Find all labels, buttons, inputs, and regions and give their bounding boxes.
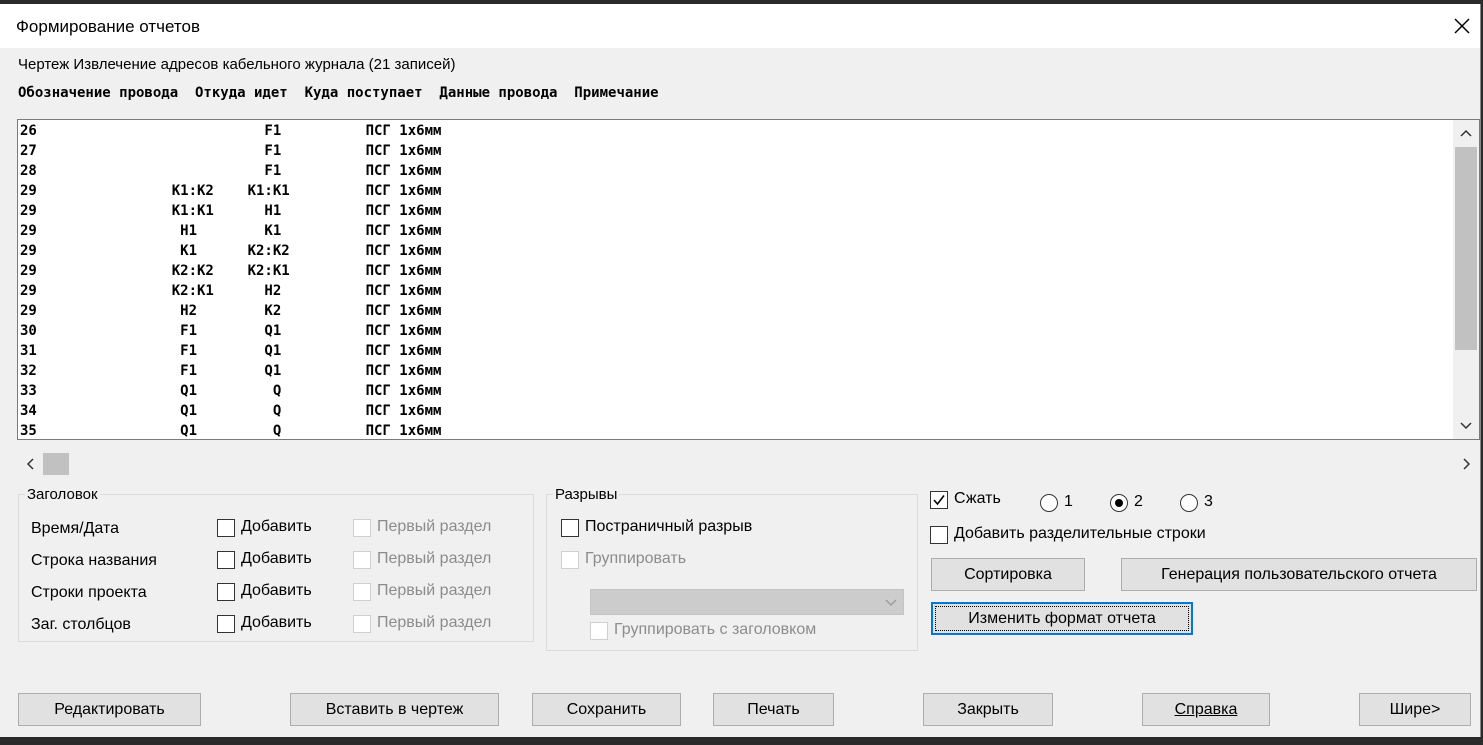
- project-lines-label: Строки проекта: [31, 584, 147, 601]
- checkbox-box: [930, 491, 948, 509]
- vertical-scroll-thumb[interactable]: [1455, 147, 1477, 350]
- list-item[interactable]: 31 F1 Q1 ПСГ 1х6мм: [20, 341, 441, 361]
- radio-circle: [1040, 494, 1058, 512]
- time-date-label: Время/Дата: [31, 520, 120, 537]
- vertical-scrollbar[interactable]: [1453, 120, 1479, 439]
- checkbox-box: [561, 519, 579, 537]
- radio-circle: [1180, 494, 1198, 512]
- title-line-label: Строка названия: [31, 552, 157, 569]
- header-group-legend: Заголовок: [25, 486, 100, 503]
- chevron-down-icon: [885, 599, 897, 606]
- report-dialog: Формирование отчетов Чертеж Извлечение а…: [0, 4, 1481, 737]
- list-item[interactable]: 29 K1 K2:K2 ПСГ 1х6мм: [20, 241, 441, 261]
- help-button[interactable]: Справка: [1142, 693, 1270, 726]
- column-headers: Обозначение провода Откуда идет Куда пос…: [18, 85, 659, 101]
- list-item[interactable]: 26 F1 ПСГ 1х6мм: [20, 121, 441, 141]
- title-bar: Формирование отчетов: [0, 4, 1480, 48]
- scroll-down-icon[interactable]: [1453, 413, 1479, 439]
- insert-into-drawing-button[interactable]: Вставить в чертеж: [290, 693, 499, 726]
- list-item[interactable]: 28 F1 ПСГ 1х6мм: [20, 161, 441, 181]
- change-format-button[interactable]: Изменить формат отчета: [931, 602, 1193, 635]
- checkbox-box: [561, 551, 579, 569]
- scroll-right-icon[interactable]: [1454, 451, 1480, 477]
- column-headers-label: Заг. столбцов: [31, 616, 131, 633]
- checkbox-box: [930, 526, 948, 544]
- list-item[interactable]: 27 F1 ПСГ 1х6мм: [20, 141, 441, 161]
- scroll-left-icon[interactable]: [17, 451, 43, 477]
- checkbox-box: [217, 519, 235, 537]
- report-listbox[interactable]: 26 F1 ПСГ 1х6мм 27 F1 ПСГ 1х6мм 28 F1 ПС…: [17, 119, 1480, 440]
- focus-ring: [935, 606, 1189, 631]
- help-label: Справка: [1174, 700, 1238, 718]
- list-item[interactable]: 32 F1 Q1 ПСГ 1х6мм: [20, 361, 441, 381]
- scroll-up-icon[interactable]: [1453, 120, 1479, 146]
- list-item[interactable]: 30 F1 Q1 ПСГ 1х6мм: [20, 321, 441, 341]
- report-rows: 26 F1 ПСГ 1х6мм 27 F1 ПСГ 1х6мм 28 F1 ПС…: [20, 121, 441, 439]
- edit-button[interactable]: Редактировать: [18, 693, 201, 726]
- horizontal-scrollbar[interactable]: [17, 451, 1480, 477]
- checkbox-box: [353, 519, 371, 537]
- list-item[interactable]: 29 K2:K1 H2 ПСГ 1х6мм: [20, 281, 441, 301]
- breaks-group-legend: Разрывы: [553, 486, 620, 503]
- list-item[interactable]: 34 Q1 Q ПСГ 1х6мм: [20, 401, 441, 421]
- list-item[interactable]: 29 H2 K2 ПСГ 1х6мм: [20, 301, 441, 321]
- checkbox-box: [353, 583, 371, 601]
- radio-circle: [1110, 494, 1128, 512]
- drawing-info: Чертеж Извлечение адресов кабельного жур…: [18, 56, 456, 73]
- horizontal-scroll-thumb[interactable]: [43, 453, 69, 475]
- window-title: Формирование отчетов: [16, 17, 200, 36]
- checkbox-box: [217, 551, 235, 569]
- checkbox-box: [590, 622, 608, 640]
- checkmark-icon: [933, 495, 945, 506]
- wider-button[interactable]: Шире>: [1359, 693, 1471, 726]
- save-button[interactable]: Сохранить: [532, 693, 681, 726]
- list-item[interactable]: 35 Q1 Q ПСГ 1х6мм: [20, 421, 441, 439]
- checkbox-box: [217, 583, 235, 601]
- list-item[interactable]: 29 H1 K1 ПСГ 1х6мм: [20, 221, 441, 241]
- close-icon[interactable]: [1450, 14, 1474, 38]
- list-item[interactable]: 33 Q1 Q ПСГ 1х6мм: [20, 381, 441, 401]
- checkbox-box: [353, 615, 371, 633]
- group-field-select[interactable]: [590, 589, 904, 615]
- checkbox-box: [217, 615, 235, 633]
- sort-button[interactable]: Сортировка: [931, 558, 1085, 591]
- custom-report-button[interactable]: Генерация пользовательского отчета: [1121, 558, 1477, 591]
- close-button[interactable]: Закрыть: [923, 693, 1053, 726]
- radio-selected-dot: [1115, 499, 1123, 507]
- list-item[interactable]: 29 K1:K1 H1 ПСГ 1х6мм: [20, 201, 441, 221]
- print-button[interactable]: Печать: [713, 693, 834, 726]
- checkbox-box: [353, 551, 371, 569]
- list-item[interactable]: 29 K1:K2 K1:K1 ПСГ 1х6мм: [20, 181, 441, 201]
- list-item[interactable]: 29 K2:K2 K2:K1 ПСГ 1х6мм: [20, 261, 441, 281]
